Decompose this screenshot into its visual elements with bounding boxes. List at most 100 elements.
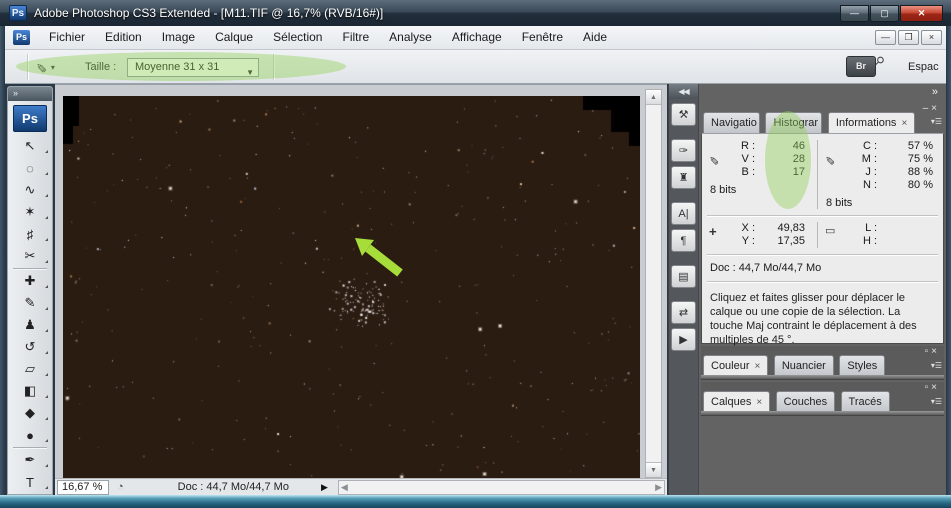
lasso-tool[interactable]: ∿ — [8, 179, 52, 201]
slice-tool[interactable]: ✂ — [8, 245, 52, 267]
scroll-up-arrow[interactable]: ▲ — [646, 90, 661, 105]
menu-selection[interactable]: Sélection — [263, 26, 332, 49]
tab-couleur[interactable]: Couleur × — [703, 355, 769, 376]
scroll-down-arrow[interactable]: ▼ — [646, 462, 661, 477]
panel-minimize-icon[interactable]: – — [923, 103, 932, 114]
elliptical-marquee-tool-icon: ◌ — [26, 160, 34, 176]
divider — [707, 281, 938, 282]
pen-tool[interactable]: ✒ — [8, 449, 52, 471]
tab-couches[interactable]: Couches — [775, 391, 836, 412]
gradient-tool[interactable]: ◧ — [8, 380, 52, 402]
zoom-level-field[interactable]: 16,67 % — [57, 479, 109, 495]
menu-image[interactable]: Image — [152, 26, 205, 49]
healing-brush-tool[interactable]: ✚ — [8, 270, 52, 292]
panel-close-icon[interactable]: × — [931, 382, 940, 393]
tab-close-icon[interactable]: × — [901, 118, 907, 129]
tab-label: Couches — [783, 396, 828, 408]
doc-close-button[interactable]: × — [921, 30, 942, 45]
menu-analyse[interactable]: Analyse — [379, 26, 442, 49]
menu-edition[interactable]: Edition — [95, 26, 152, 49]
panel-dock-collapse-chevron[interactable]: » — [699, 84, 946, 102]
dock-collapse-chevron[interactable]: ◀◀ — [669, 84, 698, 99]
go-to-bridge-button[interactable]: Br — [846, 56, 876, 77]
actions-panel-button[interactable]: ▶ — [671, 328, 696, 351]
menu-fichier[interactable]: Fichier — [39, 26, 95, 49]
burn-tool[interactable]: ● — [8, 424, 52, 446]
sample-size-value: Moyenne 31 x 31 — [135, 61, 220, 73]
history-brush-tool[interactable]: ↺ — [8, 336, 52, 358]
healing-brush-tool-icon: ✚ — [24, 273, 36, 288]
brush-tool[interactable]: ✎ — [8, 292, 52, 314]
options-bar: ✎ ▾ Taille : Moyenne 31 x 31 ▼ Br ⚲ Espa… — [5, 50, 946, 84]
panel-menu-icon[interactable]: ▾☰ — [931, 118, 942, 126]
clone-source-panel-button[interactable]: ♜ — [671, 166, 696, 189]
scroll-right-arrow[interactable]: ▶ — [655, 482, 662, 493]
annotation-icon[interactable]: ◔ — [117, 481, 124, 493]
group-controls: ▫× — [925, 382, 940, 393]
toolbox-collapse-chevron[interactable]: » — [8, 87, 52, 101]
menu-bar: Ps Fichier Edition Image Calque Sélectio… — [5, 26, 946, 50]
layer-comps-panel-button[interactable]: ▤ — [671, 265, 696, 288]
type-tool-icon: T — [26, 474, 34, 490]
doc-restore-button[interactable]: ❐ — [898, 30, 919, 45]
eyedropper-tool-preset[interactable]: ✎ ▾ — [35, 57, 77, 77]
tab-traces[interactable]: Tracés — [840, 391, 890, 412]
vertical-scrollbar[interactable]: ▲ ▼ — [645, 89, 662, 478]
animation-panel-button[interactable]: ⇄ — [671, 301, 696, 324]
window-border — [0, 26, 5, 508]
title-bar[interactable]: Ps Adobe Photoshop CS3 Extended - [M11.T… — [0, 0, 951, 26]
crop-tool[interactable]: ♯ — [8, 223, 52, 245]
panel-menu-icon[interactable]: ▾☰ — [931, 398, 942, 406]
menu-filtre[interactable]: Filtre — [332, 26, 379, 49]
horizontal-scrollbar[interactable]: ◀ ▶ — [337, 479, 665, 495]
sample-size-dropdown[interactable]: Moyenne 31 x 31 ▼ — [127, 58, 259, 77]
menu-fenetre[interactable]: Fenêtre — [512, 26, 573, 49]
dock-group-gap — [669, 126, 698, 135]
tab-informations[interactable]: Informations × — [827, 112, 916, 133]
close-button[interactable]: ✕ — [900, 4, 943, 22]
l-label: L : — [865, 222, 877, 234]
panel-close-icon[interactable]: × — [931, 346, 940, 357]
group-controls: –× — [923, 103, 940, 114]
clone-stamp-tool[interactable]: ♟ — [8, 314, 52, 336]
workspace-label[interactable]: Espac — [908, 61, 944, 73]
doc-minimize-button[interactable]: — — [875, 30, 896, 45]
scroll-left-arrow[interactable]: ◀ — [341, 482, 348, 493]
brushes-panel-button[interactable]: ✑ — [671, 139, 696, 162]
blur-tool[interactable]: ◆ — [8, 402, 52, 424]
type-tool[interactable]: T — [8, 471, 52, 493]
minimize-button[interactable]: — — [840, 4, 869, 22]
move-tool-icon: ↖ — [24, 138, 36, 153]
panel-close-icon[interactable]: × — [931, 103, 940, 114]
tab-nuancier[interactable]: Nuancier — [773, 355, 834, 376]
tab-calques[interactable]: Calques × — [703, 391, 771, 412]
eraser-tool[interactable]: ▱ — [8, 358, 52, 380]
elliptical-marquee-tool[interactable]: ◌ — [8, 157, 52, 179]
dock-group-gap — [669, 189, 698, 198]
maximize-button[interactable]: ▢ — [870, 4, 899, 22]
tab-histogramme[interactable]: Histograr — [765, 112, 823, 133]
eraser-tool-icon: ▱ — [25, 361, 35, 376]
paragraph-panel-button[interactable]: ¶ — [671, 229, 696, 252]
tab-close-icon[interactable]: × — [756, 397, 762, 408]
divider — [707, 254, 938, 255]
move-tool[interactable]: ↖ — [8, 135, 52, 157]
panel-menu-icon[interactable]: ▾☰ — [931, 362, 942, 370]
toolbox: » Ps ↖ ◌ ∿ ✶ ♯ ✂ ✚ ✎ ♟ ↺ ▱ ◧ ◆ ● ✒ T — [7, 86, 53, 495]
menu-calque[interactable]: Calque — [205, 26, 263, 49]
crop-tool-icon: ♯ — [26, 226, 34, 242]
cmyk-bit-depth: 8 bits — [826, 197, 853, 209]
magic-wand-tool[interactable]: ✶ — [8, 201, 52, 223]
tab-navigation[interactable]: Navigatio — [703, 112, 760, 133]
status-flyout-arrow[interactable]: ▶ — [321, 482, 328, 493]
character-panel-button[interactable]: A| — [671, 202, 696, 225]
tab-close-icon[interactable]: × — [755, 361, 761, 372]
status-bar: 16,67 % ◔ Doc : 44,7 Mo/44,7 Mo ▶ ◀ ▶ — [55, 478, 667, 495]
color-tab-strip: Couleur × Nuancier Styles — [703, 355, 922, 376]
eyedropper-icon: ✎ — [36, 60, 47, 75]
menu-affichage[interactable]: Affichage — [442, 26, 512, 49]
menu-aide[interactable]: Aide — [573, 26, 617, 49]
tool-presets-panel-button[interactable]: ⚒ — [671, 103, 696, 126]
document-canvas-image[interactable] — [63, 96, 640, 478]
tab-styles[interactable]: Styles — [839, 355, 886, 376]
